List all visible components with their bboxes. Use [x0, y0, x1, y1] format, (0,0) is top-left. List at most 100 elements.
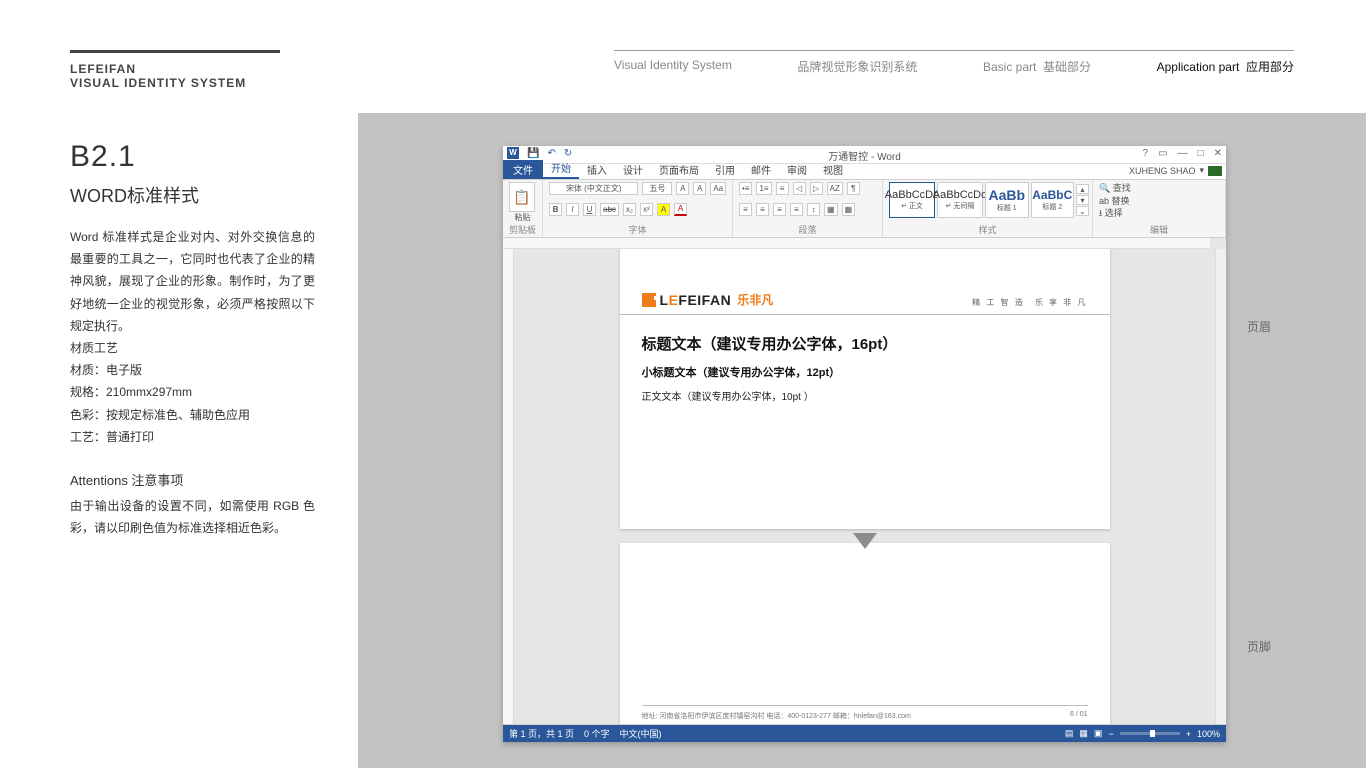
zoom-slider[interactable] [1120, 732, 1180, 735]
highlight-button[interactable]: A [657, 203, 670, 216]
find-button[interactable]: 🔍 查找 [1099, 182, 1219, 195]
ruler-vertical[interactable] [503, 249, 514, 724]
style-nospacing[interactable]: AaBbCcDd ↵ 无间隔 [937, 182, 983, 218]
nav-app-en: Application part [1157, 60, 1240, 74]
tab-layout[interactable]: 页面布局 [651, 160, 707, 179]
ribbon-collapse-icon[interactable]: ▭ [1158, 148, 1167, 159]
tab-home[interactable]: 开始 [543, 158, 579, 179]
logo-text: LEFEIFAN [660, 292, 732, 308]
increase-indent-icon[interactable]: ▷ [810, 182, 823, 195]
ribbon-tabs: 文件 开始 插入 设计 页面布局 引用 邮件 审阅 视图 XUHENG SHAO… [503, 164, 1226, 180]
doc-footer-page: 6 / 01 [1070, 711, 1088, 721]
select-button[interactable]: ⭳ 选择 [1099, 207, 1219, 220]
tab-references[interactable]: 引用 [707, 160, 743, 179]
font-color-button[interactable]: A [674, 203, 687, 216]
logo-text-c: FEIFAN [678, 292, 731, 308]
style-nospacing-preview: AaBbCcDd [933, 189, 987, 201]
bold-button[interactable]: B [549, 203, 562, 216]
change-case-button[interactable]: Aa [710, 182, 726, 195]
status-bar: 第 1 页，共 1 页 0 个字 中文(中国) ▤ ▦ ▣ − + 100% [503, 725, 1226, 742]
group-font: 宋体 (中文正文) 五号 A A Aa B I U abc x₂ x² A A … [543, 180, 733, 237]
italic-button[interactable]: I [566, 203, 579, 216]
group-paragraph: •≡ 1≡ ≡ ◁ ▷ AZ ¶ ≡ ≡ ≡ ≡ ↕ ▦ ▦ 段落 [733, 180, 883, 237]
pages-viewport: LEFEIFAN 乐非凡 精 工 智 造 乐 享 非 凡 标题文本（建议专用办公… [514, 249, 1215, 724]
superscript-button[interactable]: x² [640, 203, 653, 216]
help-icon[interactable]: ? [1143, 148, 1149, 159]
section-code: B2.1 [70, 140, 315, 174]
shading-icon[interactable]: ▦ [824, 203, 838, 216]
tab-insert[interactable]: 插入 [579, 160, 615, 179]
tab-file[interactable]: 文件 [503, 160, 543, 179]
style-normal-preview: AaBbCcDd [885, 189, 939, 201]
tab-design[interactable]: 设计 [615, 160, 651, 179]
doc-slogan: 精 工 智 造 乐 享 非 凡 [972, 297, 1087, 308]
brand-line2: VISUAL IDENTITY SYSTEM [70, 76, 246, 90]
zoom-thumb [1150, 730, 1155, 737]
view-print-icon[interactable]: ▦ [1079, 728, 1088, 739]
view-read-icon[interactable]: ▤ [1065, 728, 1074, 739]
user-avatar-icon [1208, 166, 1222, 176]
font-size-select[interactable]: 五号 [642, 182, 672, 195]
material-line1: 材质：电子版 [70, 359, 315, 381]
align-right-icon[interactable]: ≡ [773, 203, 786, 216]
ruler-horizontal[interactable] [503, 238, 1210, 249]
select-label: 选择 [1105, 208, 1123, 218]
minimize-icon[interactable]: — [1178, 148, 1188, 159]
sort-icon[interactable]: AZ [827, 182, 843, 195]
line-spacing-icon[interactable]: ↕ [807, 203, 820, 216]
group-clipboard: 📋 粘贴 剪贴板 [503, 180, 543, 237]
tab-view[interactable]: 视图 [815, 160, 851, 179]
grow-font-icon[interactable]: A [676, 182, 689, 195]
cursor-icon: ⭳ [1099, 208, 1102, 218]
numbering-icon[interactable]: 1≡ [756, 182, 771, 195]
borders-icon[interactable]: ▦ [842, 203, 856, 216]
shrink-font-icon[interactable]: A [693, 182, 706, 195]
strike-button[interactable]: abc [600, 203, 619, 216]
group-editing: 🔍 查找 ab 替换 ⭳ 选择 编辑 [1093, 180, 1226, 237]
group-clipboard-label: 剪贴板 [509, 223, 536, 237]
style-heading2[interactable]: AaBbC 标题 2 [1031, 182, 1075, 218]
nav-application: Application part 应用部分 [1157, 58, 1294, 75]
align-left-icon[interactable]: ≡ [739, 203, 752, 216]
page-2[interactable]: 地址: 河南省洛阳市伊滨区庞村镇窑沟村 电话：400-0123-277 邮箱：h… [620, 543, 1110, 724]
replace-icon: ab [1099, 196, 1109, 206]
scrollbar-vertical[interactable] [1215, 249, 1226, 724]
zoom-in-button[interactable]: + [1186, 729, 1191, 739]
user-account[interactable]: XUHENG SHAO ▾ [1129, 165, 1222, 176]
close-icon[interactable]: ✕ [1214, 148, 1222, 159]
page-1[interactable]: LEFEIFAN 乐非凡 精 工 智 造 乐 享 非 凡 标题文本（建议专用办公… [620, 249, 1110, 529]
paste-button[interactable]: 📋 [509, 182, 535, 212]
bullets-icon[interactable]: •≡ [739, 182, 752, 195]
subscript-button[interactable]: x₂ [623, 203, 636, 216]
styles-expand[interactable]: ▴ ▾ ⌄ [1076, 184, 1086, 216]
left-column: B2.1 WORD标准样式 Word 标准样式是企业对内、对外交换信息的最重要的… [70, 140, 315, 539]
brand-line1: LEFEIFAN [70, 62, 246, 76]
tab-review[interactable]: 审阅 [779, 160, 815, 179]
align-center-icon[interactable]: ≡ [756, 203, 769, 216]
tab-mailings[interactable]: 邮件 [743, 160, 779, 179]
top-nav: Visual Identity System 品牌视觉形象识别系统 Basic … [614, 58, 1294, 75]
font-name-select[interactable]: 宋体 (中文正文) [549, 182, 638, 195]
maximize-icon[interactable]: □ [1198, 148, 1204, 159]
replace-button[interactable]: ab 替换 [1099, 195, 1219, 208]
multilevel-icon[interactable]: ≡ [776, 182, 789, 195]
justify-icon[interactable]: ≡ [790, 203, 803, 216]
view-web-icon[interactable]: ▣ [1094, 728, 1103, 739]
status-page[interactable]: 第 1 页，共 1 页 [509, 727, 574, 740]
style-heading1[interactable]: AaBb 标题 1 [985, 182, 1029, 218]
material-line3: 色彩：按规定标准色、辅助色应用 [70, 404, 315, 426]
clipboard-icon: 📋 [513, 189, 530, 206]
nav-vis-cn: 品牌视觉形象识别系统 [797, 58, 917, 75]
status-words[interactable]: 0 个字 [584, 727, 610, 740]
zoom-level[interactable]: 100% [1197, 729, 1220, 739]
brand-block: LEFEIFAN VISUAL IDENTITY SYSTEM [70, 62, 246, 90]
style-normal[interactable]: AaBbCcDd ↵ 正文 [889, 182, 935, 218]
style-normal-label: ↵ 正文 [901, 201, 923, 211]
zoom-out-button[interactable]: − [1108, 729, 1113, 739]
material-heading: 材质工艺 [70, 337, 315, 359]
decrease-indent-icon[interactable]: ◁ [793, 182, 806, 195]
underline-button[interactable]: U [583, 203, 596, 216]
show-marks-icon[interactable]: ¶ [847, 182, 860, 195]
status-language[interactable]: 中文(中国) [620, 727, 662, 740]
ribbon: 📋 粘贴 剪贴板 宋体 (中文正文) 五号 A A Aa B I U [503, 180, 1226, 238]
